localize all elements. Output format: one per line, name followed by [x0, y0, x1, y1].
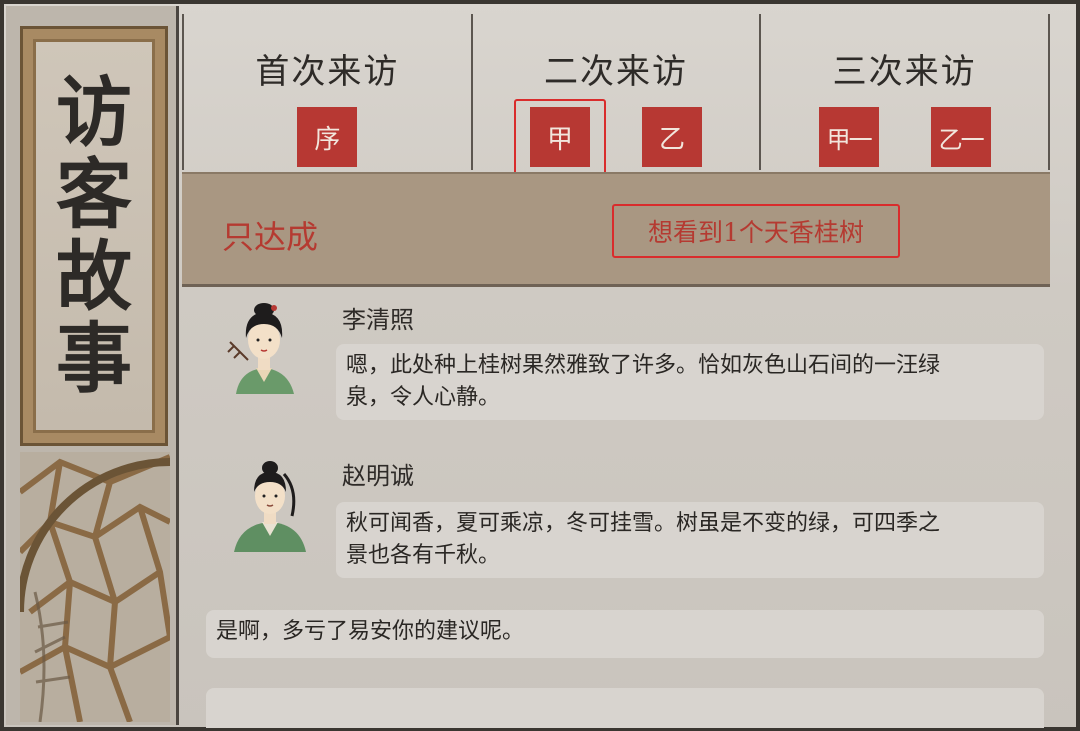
- title-char: 事: [56, 314, 132, 403]
- dialogue-line: 嗯，此处种上桂树果然雅致了许多。恰如灰色山石间的一汪绿: [346, 353, 941, 378]
- seal-label: 甲一: [826, 125, 873, 154]
- title-char: 访: [56, 68, 132, 157]
- story-panel: 访 客 故 事 首次来访 序 二次来访 甲 乙 三次来访 甲一 乙一 只达成 想…: [0, 0, 1080, 731]
- seal-label: 乙: [658, 124, 685, 155]
- story-seal-jia[interactable]: 甲: [514, 99, 606, 175]
- tab-second-visit: 二次来访 甲 乙: [470, 14, 760, 175]
- seal-label: 乙一: [938, 125, 985, 154]
- seal-label: 序: [314, 124, 341, 155]
- seal-label: 甲: [546, 124, 573, 155]
- tab-title: 二次来访: [544, 52, 688, 92]
- dialogue-bubble: 嗯，此处种上桂树果然雅致了许多。恰如灰色山石间的一汪绿 泉，令人心静。: [336, 344, 1044, 420]
- condition-goal: 想看到1个天香桂树: [612, 204, 900, 258]
- lattice-window-decoration: [20, 452, 170, 722]
- title-char: 故: [56, 232, 132, 321]
- side-panel: 访 客 故 事: [6, 6, 179, 725]
- title-char: 客: [56, 150, 132, 239]
- dialogue-list: 李清照 嗯，此处种上桂树果然雅致了许多。恰如灰色山石间的一汪绿 泉，令人心静。 …: [182, 288, 1050, 728]
- speaker-name: 李清照: [342, 306, 414, 334]
- story-seal-jia-yi[interactable]: 甲一: [818, 107, 879, 167]
- story-seal-xu[interactable]: 序: [297, 107, 358, 167]
- condition-status: 只达成: [222, 218, 319, 256]
- condition-bar: 只达成 想看到1个天香桂树: [182, 172, 1050, 287]
- visit-tabs: 首次来访 序 二次来访 甲 乙 三次来访 甲一 乙一: [182, 14, 1051, 175]
- dialogue-line: 秋可闻香，夏可乘凉，冬可挂雪。树虽是不变的绿，可四季之: [346, 511, 941, 536]
- dialogue-bubble: 秋可闻香，夏可乘凉，冬可挂雪。树虽是不变的绿，可四季之 景也各有千秋。: [336, 502, 1044, 578]
- title-plaque-inner: 访 客 故 事: [33, 39, 155, 433]
- story-seal-yi-yi[interactable]: 乙一: [930, 107, 991, 167]
- dialogue-line: 景也各有千秋。: [346, 543, 501, 568]
- portrait-li-qingzhao: [222, 302, 306, 398]
- title-plaque: 访 客 故 事: [20, 26, 168, 446]
- tab-title: 首次来访: [255, 52, 400, 92]
- tab-first-visit: 首次来访 序: [182, 14, 471, 170]
- tab-title: 三次来访: [832, 52, 977, 92]
- dialogue-bubble-player: 是啊，多亏了易安你的建议呢。: [206, 610, 1044, 658]
- dialogue-line: 是啊，多亏了易安你的建议呢。: [216, 619, 525, 644]
- dialogue-line: 泉，令人心静。: [346, 385, 501, 410]
- dialogue-bubble-next: [206, 688, 1044, 728]
- story-seal-yi[interactable]: 乙: [642, 107, 702, 167]
- tab-third-visit: 三次来访 甲一 乙一: [759, 14, 1051, 170]
- portrait-zhao-mingcheng: [228, 460, 312, 556]
- speaker-name: 赵明诚: [342, 462, 414, 490]
